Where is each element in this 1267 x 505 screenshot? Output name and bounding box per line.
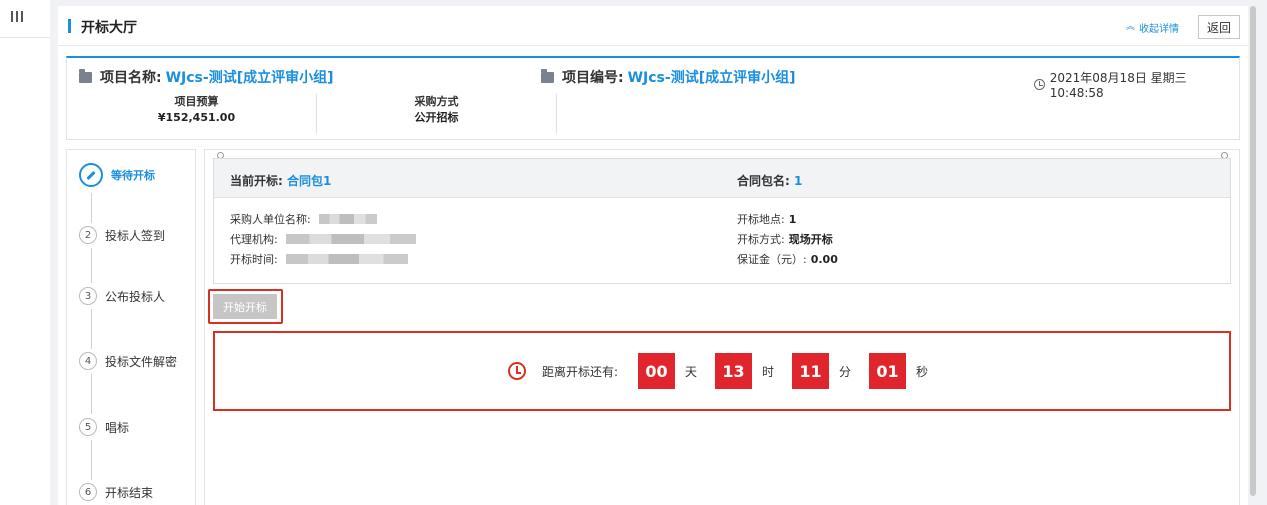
- days-digit: 00: [637, 353, 675, 389]
- datetime-text: 2021年08月18日 星期三 10:48:58: [1049, 71, 1187, 100]
- step-finished[interactable]: 6 开标结束: [79, 483, 153, 501]
- hours-unit: 时: [762, 364, 775, 379]
- current-datetime: 2021年08月18日 星期三 10:48:58: [1034, 69, 1239, 100]
- time-label: 开标时间:: [230, 253, 278, 266]
- double-chevron-up-icon: ︽: [1126, 22, 1136, 32]
- step-announce[interactable]: 5 唱标: [79, 418, 129, 436]
- step-label: 投标人签到: [105, 228, 166, 243]
- project-info-card: 项目名称: WJcs-测试[成立评审小组] 项目编号: WJcs-测试[成立评审…: [66, 56, 1240, 140]
- seconds-unit: 秒: [916, 364, 929, 379]
- title-accent-bar: [68, 19, 71, 33]
- location-row: 开标地点: 1: [737, 211, 796, 227]
- redacted-value: [318, 214, 377, 224]
- current-bid: 当前开标: 合同包1: [230, 172, 331, 189]
- project-code: 项目编号: WJcs-测试[成立评审小组]: [541, 67, 796, 87]
- project-name-label: 项目名称:: [100, 70, 162, 86]
- minutes-digit: 11: [792, 353, 830, 389]
- redacted-value: [285, 234, 416, 244]
- seconds-digit: 01: [869, 353, 907, 389]
- step-number: 6: [79, 483, 97, 501]
- folder-icon: [79, 68, 92, 83]
- collapse-label: 收起详情: [1139, 24, 1180, 35]
- package-name: 合同包名: 1: [737, 172, 802, 189]
- project-name: 项目名称: WJcs-测试[成立评审小组]: [79, 67, 334, 87]
- step-number: 4: [79, 352, 97, 370]
- countdown-label: 距离开标还有:: [541, 364, 618, 379]
- step-connector: [91, 248, 92, 283]
- step-label: 等待开标: [111, 169, 155, 182]
- budget-label: 项目预算: [174, 95, 219, 108]
- collapse-details-link[interactable]: ︽ 收起详情: [1126, 20, 1180, 36]
- budget-value: ¥152,451.00: [157, 111, 236, 124]
- countdown-box: 距离开标还有: 00 天 13 时 11 分 01 秒: [213, 331, 1231, 411]
- mode-value: 现场开标: [788, 233, 833, 246]
- deposit-label: 保证金（元）:: [737, 253, 807, 266]
- page-title: 开标大厅: [81, 20, 137, 36]
- step-label: 投标文件解密: [105, 354, 178, 369]
- bid-info-box: 当前开标: 合同包1 合同包名: 1 采购人单位名称: 代理机构: 开标时间:: [213, 158, 1231, 284]
- deposit-row: 保证金（元）: 0.00: [737, 251, 838, 267]
- edit-icon: [79, 163, 103, 187]
- alarm-clock-icon: [507, 362, 526, 380]
- step-connector: [91, 374, 92, 414]
- package-name-label: 合同包名:: [737, 174, 790, 188]
- folder-icon: [541, 68, 554, 83]
- agency-label: 代理机构:: [230, 233, 278, 246]
- step-decrypt[interactable]: 4 投标文件解密: [79, 352, 177, 370]
- step-connector: [91, 440, 92, 480]
- step-label: 开标结束: [105, 485, 154, 500]
- back-button[interactable]: 返回: [1198, 15, 1240, 39]
- current-bid-value: 合同包1: [287, 174, 332, 188]
- step-number: 5: [79, 418, 97, 436]
- days-unit: 天: [684, 364, 697, 379]
- hours-digit: 13: [715, 353, 752, 389]
- left-rail: [0, 0, 50, 505]
- minutes-unit: 分: [839, 364, 852, 379]
- time-row: 开标时间:: [230, 251, 408, 267]
- mode-label: 开标方式:: [737, 233, 785, 246]
- purchaser-row: 采购人单位名称:: [230, 211, 377, 227]
- step-label: 公布投标人: [105, 289, 166, 304]
- step-progress: 等待开标 2 投标人签到 3 公布投标人 4 投标文件解密 5 唱标 6 开标结…: [66, 149, 196, 505]
- method-column: 采购方式 公开招标: [317, 94, 557, 134]
- menu-icon[interactable]: [10, 11, 24, 25]
- start-opening-button[interactable]: 开始开标: [213, 294, 277, 319]
- page-scrollbar[interactable]: [1250, 6, 1256, 496]
- mode-row: 开标方式: 现场开标: [737, 231, 833, 247]
- step-connector: [91, 309, 92, 349]
- location-value: 1: [788, 212, 797, 226]
- redacted-value: [285, 254, 408, 264]
- project-code-label: 项目编号:: [562, 70, 624, 86]
- step-connector: [91, 193, 92, 223]
- method-label: 采购方式: [414, 95, 459, 108]
- step-sign-in[interactable]: 2 投标人签到: [79, 226, 165, 244]
- bid-info-header: 当前开标: 合同包1 合同包名: 1: [214, 159, 1230, 198]
- page-header: 开标大厅 ︽ 收起详情 返回: [58, 6, 1248, 46]
- step-number: 2: [79, 226, 97, 244]
- opening-area: 当前开标: 合同包1 合同包名: 1 采购人单位名称: 代理机构: 开标时间:: [204, 149, 1240, 505]
- step-waiting[interactable]: 等待开标: [79, 163, 155, 187]
- current-bid-label: 当前开标:: [230, 174, 283, 188]
- clock-icon: [1034, 79, 1045, 90]
- project-code-value: WJcs-测试[成立评审小组]: [627, 70, 796, 86]
- step-number: 3: [79, 287, 97, 305]
- main-panel: 开标大厅 ︽ 收起详情 返回 项目名称: WJcs-测试[成立评审小组] 项目编…: [58, 6, 1248, 505]
- step-label: 唱标: [105, 420, 130, 435]
- method-value: 公开招标: [414, 111, 459, 124]
- location-label: 开标地点:: [737, 213, 785, 226]
- rail-divider: [0, 37, 50, 38]
- package-name-value: 1: [794, 174, 803, 188]
- budget-column: 项目预算 ¥152,451.00: [77, 94, 317, 134]
- project-name-value: WJcs-测试[成立评审小组]: [165, 70, 334, 86]
- agency-row: 代理机构:: [230, 231, 416, 247]
- deposit-value: 0.00: [810, 252, 838, 266]
- step-publish-bidders[interactable]: 3 公布投标人: [79, 287, 165, 305]
- purchaser-label: 采购人单位名称:: [230, 213, 311, 226]
